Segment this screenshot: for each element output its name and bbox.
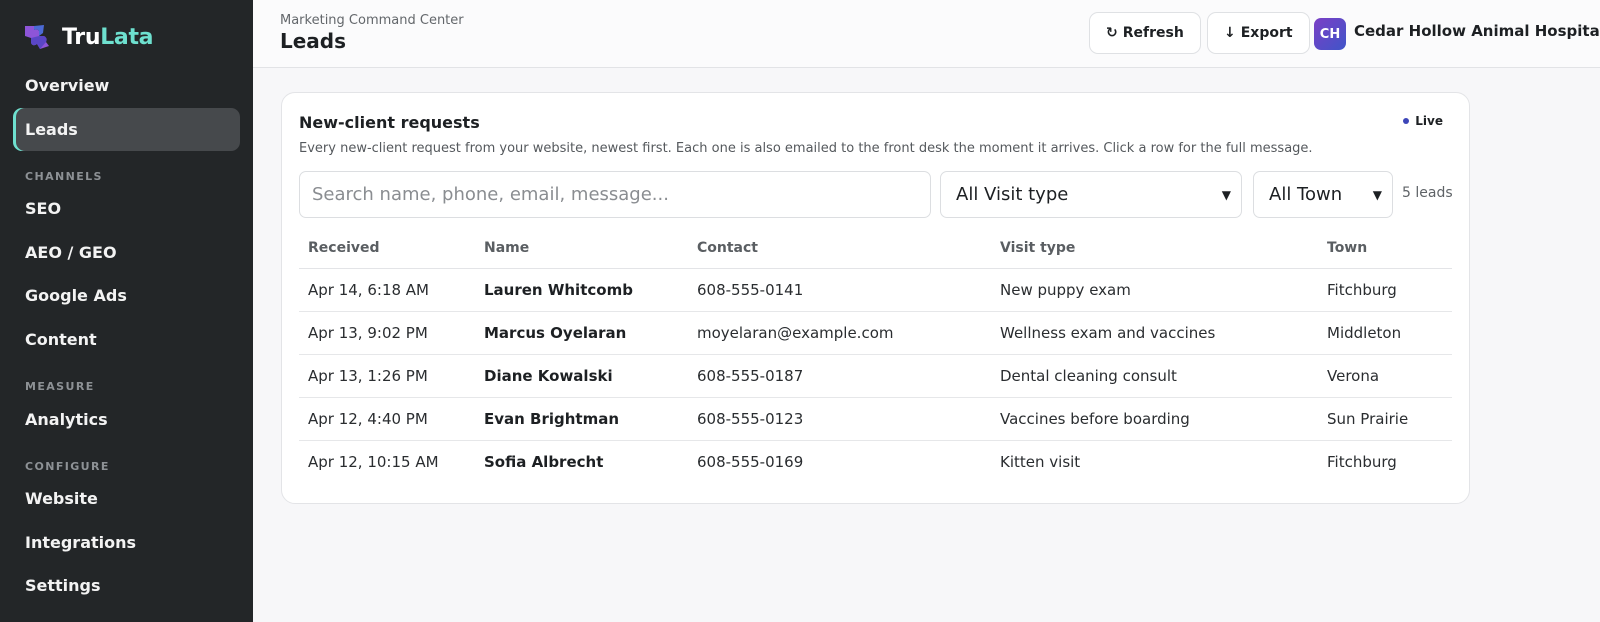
column-header-contact[interactable]: Contact: [697, 240, 758, 256]
column-header-name[interactable]: Name: [484, 240, 529, 256]
cell-name: Evan Brightman: [484, 410, 620, 428]
sidebar-item-seo[interactable]: SEO: [13, 187, 240, 230]
page-title: Leads: [280, 29, 347, 53]
export-button[interactable]: ↓ Export: [1207, 12, 1310, 54]
cell-received: Apr 12, 4:40 PM: [308, 410, 428, 428]
sidebar-item-content[interactable]: Content: [13, 318, 240, 361]
town-select[interactable]: All Town ▼: [1253, 171, 1393, 218]
refresh-button[interactable]: ↻ Refresh: [1089, 12, 1201, 54]
cell-visit-type: New puppy exam: [1000, 281, 1131, 299]
card-title: New-client requests: [299, 113, 480, 132]
cell-visit-type: Vaccines before boarding: [1000, 410, 1190, 428]
sidebar-section-channels: CHANNELS: [25, 170, 103, 183]
cell-town: Fitchburg: [1327, 281, 1397, 299]
cell-visit-type: Wellness exam and vaccines: [1000, 324, 1216, 342]
avatar[interactable]: CH: [1314, 18, 1346, 50]
live-indicator: Live: [1403, 114, 1443, 128]
puzzle-logo-icon: [25, 25, 49, 49]
cell-name: Sofia Albrecht: [484, 453, 604, 471]
live-label: Live: [1415, 114, 1443, 128]
cell-contact: moyelaran@example.com: [697, 324, 894, 342]
download-arrow-icon: ↓: [1224, 25, 1236, 41]
cell-received: Apr 12, 10:15 AM: [308, 453, 439, 471]
sidebar-item-integrations[interactable]: Integrations: [13, 521, 240, 564]
live-dot-icon: [1403, 118, 1410, 124]
visit-type-select-value: All Visit type: [956, 184, 1069, 205]
cell-contact: 608-555-0123: [697, 410, 804, 428]
brand-name: TruLata: [62, 24, 154, 50]
table-row[interactable]: Apr 13, 1:26 PM Diane Kowalski 608-555-0…: [299, 355, 1452, 398]
leads-card: New-client requests Every new-client req…: [281, 92, 1470, 504]
cell-town: Verona: [1327, 367, 1380, 385]
cell-name: Marcus Oyelaran: [484, 324, 627, 342]
cell-visit-type: Kitten visit: [1000, 453, 1081, 471]
chevron-down-icon: ▼: [1372, 187, 1382, 202]
cell-received: Apr 13, 1:26 PM: [308, 367, 428, 385]
export-button-label: Export: [1240, 25, 1293, 41]
cell-contact: 608-555-0141: [697, 281, 804, 299]
sidebar-item-website[interactable]: Website: [13, 477, 240, 520]
clinic-name[interactable]: Cedar Hollow Animal Hospital: [1354, 22, 1600, 40]
cell-contact: 608-555-0187: [697, 367, 804, 385]
brand-logo[interactable]: TruLata: [22, 20, 154, 54]
sidebar-item-analytics[interactable]: Analytics: [13, 398, 240, 441]
sidebar-item-leads[interactable]: Leads: [13, 108, 240, 151]
column-header-visit-type[interactable]: Visit type: [1000, 240, 1075, 256]
column-header-town[interactable]: Town: [1327, 240, 1367, 256]
visit-type-select[interactable]: All Visit type ▼: [940, 171, 1242, 218]
cell-name: Lauren Whitcomb: [484, 281, 633, 299]
cell-name: Diane Kowalski: [484, 367, 613, 385]
table-row[interactable]: Apr 12, 4:40 PM Evan Brightman 608-555-0…: [299, 398, 1452, 441]
search-input[interactable]: [299, 171, 931, 218]
sidebar-item-overview[interactable]: Overview: [13, 64, 240, 107]
card-description: Every new-client request from your websi…: [299, 141, 1313, 156]
sidebar-item-settings[interactable]: Settings: [13, 564, 240, 607]
cell-town: Sun Prairie: [1327, 410, 1409, 428]
cell-received: Apr 14, 6:18 AM: [308, 281, 429, 299]
breadcrumb: Marketing Command Center: [280, 13, 464, 28]
sidebar-section-configure: CONFIGURE: [25, 460, 110, 473]
refresh-icon: ↻: [1106, 25, 1118, 41]
cell-town: Fitchburg: [1327, 453, 1397, 471]
cell-town: Middleton: [1327, 324, 1402, 342]
column-header-received[interactable]: Received: [308, 240, 380, 256]
cell-visit-type: Dental cleaning consult: [1000, 367, 1177, 385]
top-bar: Marketing Command Center Leads ↻ Refresh…: [253, 0, 1600, 68]
town-select-value: All Town: [1269, 184, 1343, 205]
table-row[interactable]: Apr 14, 6:18 AM Lauren Whitcomb 608-555-…: [299, 269, 1452, 312]
table-row[interactable]: Apr 13, 9:02 PM Marcus Oyelaran moyelara…: [299, 312, 1452, 355]
cell-contact: 608-555-0169: [697, 453, 804, 471]
lead-count: 5 leads: [1402, 185, 1453, 201]
sidebar: TruLata Overview Leads CHANNELS SEO AEO …: [0, 0, 253, 622]
table-row[interactable]: Apr 12, 10:15 AM Sofia Albrecht 608-555-…: [299, 441, 1452, 484]
refresh-button-label: Refresh: [1122, 25, 1184, 41]
cell-received: Apr 13, 9:02 PM: [308, 324, 428, 342]
table-header-row: Received Name Contact Visit type Town: [299, 229, 1452, 269]
chevron-down-icon: ▼: [1221, 187, 1231, 202]
sidebar-section-measure: MEASURE: [25, 380, 95, 393]
leads-table: Received Name Contact Visit type Town Ap…: [299, 229, 1452, 484]
sidebar-item-aeo-geo[interactable]: AEO / GEO: [13, 231, 240, 274]
sidebar-item-google-ads[interactable]: Google Ads: [13, 274, 240, 317]
